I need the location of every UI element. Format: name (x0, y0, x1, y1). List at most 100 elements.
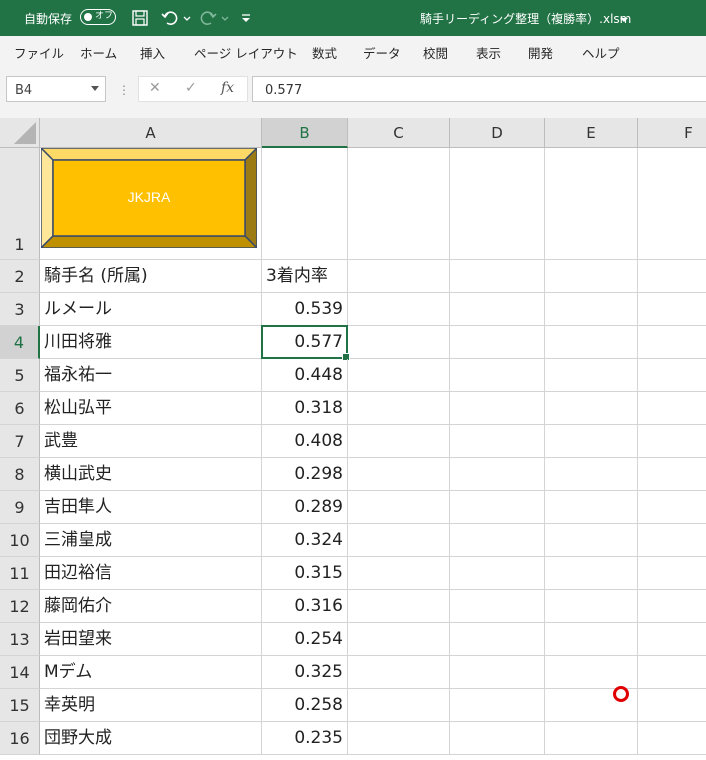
cell-b14[interactable]: 0.325 (262, 656, 348, 689)
cell-c7[interactable] (348, 425, 450, 458)
row-header-10[interactable]: 10 (0, 524, 40, 557)
column-header-c[interactable]: C (348, 118, 450, 148)
row-header-11[interactable]: 11 (0, 557, 40, 590)
cell-a8[interactable]: 横山武史 (40, 458, 262, 491)
cancel-icon[interactable]: ✕ (149, 80, 161, 96)
cell-a2[interactable]: 騎手名 (所属) (40, 260, 262, 293)
cell-b15[interactable]: 0.258 (262, 689, 348, 722)
cell-f15[interactable] (638, 689, 706, 722)
cell-d13[interactable] (450, 623, 545, 656)
cell-b3[interactable]: 0.539 (262, 293, 348, 326)
cell-c3[interactable] (348, 293, 450, 326)
cell-c12[interactable] (348, 590, 450, 623)
cell-f12[interactable] (638, 590, 706, 623)
chevron-down-icon[interactable] (91, 86, 99, 91)
cell-c5[interactable] (348, 359, 450, 392)
column-header-a[interactable]: A (40, 118, 262, 148)
cell-b10[interactable]: 0.324 (262, 524, 348, 557)
cell-a15[interactable]: 幸英明 (40, 689, 262, 722)
redo-icon[interactable] (198, 8, 218, 28)
cell-c11[interactable] (348, 557, 450, 590)
row-header-4[interactable]: 4 (0, 326, 40, 359)
cell-d4[interactable] (450, 326, 545, 359)
cell-e6[interactable] (545, 392, 638, 425)
row-header-8[interactable]: 8 (0, 458, 40, 491)
cell-a16[interactable]: 団野大成 (40, 722, 262, 755)
cell-e9[interactable] (545, 491, 638, 524)
cell-c13[interactable] (348, 623, 450, 656)
cell-e13[interactable] (545, 623, 638, 656)
cell-c16[interactable] (348, 722, 450, 755)
column-header-d[interactable]: D (450, 118, 545, 148)
cell-f11[interactable] (638, 557, 706, 590)
cell-d14[interactable] (450, 656, 545, 689)
cell-e7[interactable] (545, 425, 638, 458)
tab-review[interactable]: 校閲 (423, 43, 448, 62)
name-box-input[interactable] (13, 78, 87, 102)
undo-dropdown-icon[interactable] (178, 8, 198, 28)
cell-d2[interactable] (450, 260, 545, 293)
cell-d6[interactable] (450, 392, 545, 425)
cell-b13[interactable]: 0.254 (262, 623, 348, 656)
cell-c8[interactable] (348, 458, 450, 491)
tab-page-layout[interactable]: ページ レイアウト (194, 43, 298, 62)
cell-c6[interactable] (348, 392, 450, 425)
cell-d12[interactable] (450, 590, 545, 623)
cell-d11[interactable] (450, 557, 545, 590)
cell-d7[interactable] (450, 425, 545, 458)
cell-a13[interactable]: 岩田望来 (40, 623, 262, 656)
cell-f9[interactable] (638, 491, 706, 524)
cell-c15[interactable] (348, 689, 450, 722)
cell-c1[interactable] (348, 148, 450, 260)
row-header-16[interactable]: 16 (0, 722, 40, 755)
cell-f4[interactable] (638, 326, 706, 359)
tab-view[interactable]: 表示 (476, 43, 501, 62)
customize-qat-icon[interactable] (236, 8, 256, 28)
tab-formulas[interactable]: 数式 (312, 43, 337, 62)
tab-developer[interactable]: 開発 (528, 43, 553, 62)
cell-b1[interactable] (262, 148, 348, 260)
cell-b5[interactable]: 0.448 (262, 359, 348, 392)
worksheet-grid[interactable]: A B C D E F 1 2 騎手名 (所属) 3着内率 3 ルメール 0.539 4 川田将雅 0.577… (0, 118, 706, 760)
cell-f2[interactable] (638, 260, 706, 293)
jkjra-shape-button[interactable]: JKJRA (39, 146, 259, 250)
cell-a5[interactable]: 福永祐一 (40, 359, 262, 392)
cell-a6[interactable]: 松山弘平 (40, 392, 262, 425)
cell-d9[interactable] (450, 491, 545, 524)
column-header-f[interactable]: F (638, 118, 706, 148)
cell-b6[interactable]: 0.318 (262, 392, 348, 425)
cell-e10[interactable] (545, 524, 638, 557)
formula-input[interactable] (263, 78, 697, 102)
cell-e1[interactable] (545, 148, 638, 260)
row-header-5[interactable]: 5 (0, 359, 40, 392)
cell-f3[interactable] (638, 293, 706, 326)
save-icon[interactable] (130, 8, 150, 28)
more-options-icon[interactable]: ⋮ (118, 83, 130, 97)
cell-f5[interactable] (638, 359, 706, 392)
insert-function-icon[interactable]: fx (221, 80, 234, 96)
row-header-9[interactable]: 9 (0, 491, 40, 524)
name-box[interactable] (6, 76, 106, 102)
cell-e3[interactable] (545, 293, 638, 326)
cell-c10[interactable] (348, 524, 450, 557)
cell-a12[interactable]: 藤岡佑介 (40, 590, 262, 623)
undo-icon[interactable] (160, 8, 180, 28)
cell-d3[interactable] (450, 293, 545, 326)
row-header-1[interactable]: 1 (0, 148, 40, 260)
cell-a9[interactable]: 吉田隼人 (40, 491, 262, 524)
cell-d5[interactable] (450, 359, 545, 392)
row-header-15[interactable]: 15 (0, 689, 40, 722)
row-header-12[interactable]: 12 (0, 590, 40, 623)
row-header-6[interactable]: 6 (0, 392, 40, 425)
cell-b12[interactable]: 0.316 (262, 590, 348, 623)
cell-e4[interactable] (545, 326, 638, 359)
cell-f14[interactable] (638, 656, 706, 689)
cell-e11[interactable] (545, 557, 638, 590)
row-header-3[interactable]: 3 (0, 293, 40, 326)
row-header-13[interactable]: 13 (0, 623, 40, 656)
row-header-14[interactable]: 14 (0, 656, 40, 689)
cell-f13[interactable] (638, 623, 706, 656)
cell-b16[interactable]: 0.235 (262, 722, 348, 755)
formula-input-box[interactable] (252, 76, 706, 102)
cell-a10[interactable]: 三浦皇成 (40, 524, 262, 557)
